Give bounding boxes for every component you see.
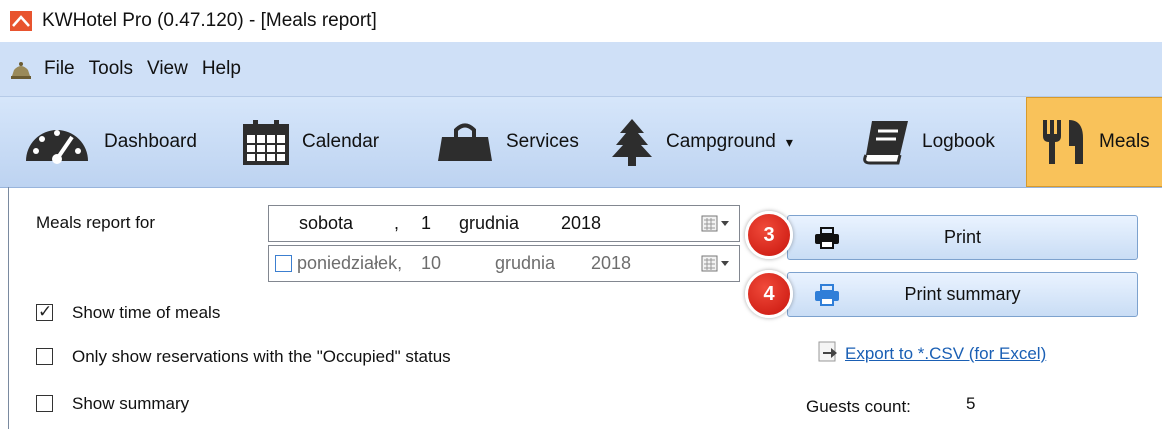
date-to-year: 2018 — [591, 253, 632, 273]
date-from-picker[interactable]: sobota , 1 grudnia 2018 — [268, 205, 740, 242]
window-title: KWHotel Pro (0.47.120) - [Meals report] — [42, 10, 377, 31]
date-from-weekday: sobota — [299, 213, 354, 233]
date-from-month: grudnia — [459, 213, 520, 233]
menu-view[interactable]: View — [147, 58, 188, 80]
date-from-comma: , — [394, 213, 400, 233]
menu-tools[interactable]: Tools — [89, 58, 133, 80]
guests-count-label: Guests count: — [806, 397, 911, 416]
date-from-day: 1 — [421, 213, 432, 233]
only-occupied-checkbox[interactable] — [36, 348, 53, 365]
panel-border — [8, 187, 9, 429]
date-to-enable-checkbox[interactable] — [275, 255, 292, 272]
date-from-year: 2018 — [561, 213, 602, 233]
toolbar-logbook-label: Logbook — [922, 131, 995, 152]
calendar-dropdown-icon[interactable] — [701, 215, 731, 233]
fork-knife-icon — [1043, 120, 1083, 164]
toolbar-calendar[interactable]: Calendar — [242, 97, 379, 187]
date-to-weekday: poniedziałek, — [297, 253, 403, 273]
toolbar-campground-label: Campground — [666, 131, 776, 152]
date-to-month: grudnia — [495, 253, 556, 273]
print-button-label: Print — [943, 227, 981, 247]
speedometer-icon — [26, 130, 88, 164]
toolbar-dashboard[interactable]: Dashboard — [22, 97, 197, 187]
guests-count-value: 5 — [966, 394, 976, 413]
shopping-bag-icon — [438, 123, 492, 161]
date-to-picker[interactable]: poniedziałek, 10 grudnia 2018 — [268, 245, 740, 282]
date-to-day: 10 — [421, 253, 442, 273]
step-badge-3: 3 — [745, 211, 793, 259]
tree-icon — [612, 119, 652, 166]
book-icon — [863, 121, 908, 165]
toolbar-logbook[interactable]: Logbook — [862, 97, 995, 187]
meals-report-for-label: Meals report for — [36, 213, 156, 232]
calendar-icon — [243, 120, 289, 165]
export-icon — [818, 341, 837, 362]
print-summary-button-label: Print summary — [904, 284, 1021, 304]
toolbar-services-label: Services — [506, 131, 579, 152]
toolbar-services[interactable]: Services — [436, 97, 579, 187]
toolbar-meals[interactable]: Meals — [1026, 97, 1162, 187]
only-occupied-label: Only show reservations with the "Occupie… — [72, 347, 451, 366]
calendar-dropdown-icon[interactable] — [701, 255, 731, 273]
toolbar-meals-label: Meals — [1099, 131, 1150, 152]
toolbar-campground[interactable]: Campground ▾ — [610, 97, 793, 187]
export-csv-link[interactable]: Export to *.CSV (for Excel) — [845, 344, 1046, 364]
hotel-bell-icon[interactable] — [8, 56, 34, 82]
show-summary-label: Show summary — [72, 394, 190, 413]
menu-help[interactable]: Help — [202, 58, 241, 80]
app-logo-icon — [10, 11, 32, 31]
menu-file[interactable]: File — [44, 58, 75, 80]
show-summary-checkbox[interactable] — [36, 395, 53, 412]
show-time-of-meals-checkbox[interactable]: ✓ — [36, 302, 53, 321]
print-summary-button[interactable]: Print summary — [787, 272, 1138, 317]
print-button[interactable]: Print — [787, 215, 1138, 260]
main-toolbar: Dashboard Calendar Services Campground ▾ — [0, 96, 1162, 188]
chevron-down-icon[interactable]: ▾ — [786, 134, 793, 151]
step-badge-4: 4 — [745, 270, 793, 318]
title-bar: KWHotel Pro (0.47.120) - [Meals report] — [0, 0, 1162, 42]
checkmark-icon: ✓ — [38, 302, 53, 321]
toolbar-calendar-label: Calendar — [302, 131, 380, 152]
toolbar-dashboard-label: Dashboard — [104, 131, 197, 152]
menu-bar: File Tools View Help — [0, 42, 1162, 96]
show-time-of-meals-label: Show time of meals — [72, 303, 221, 322]
